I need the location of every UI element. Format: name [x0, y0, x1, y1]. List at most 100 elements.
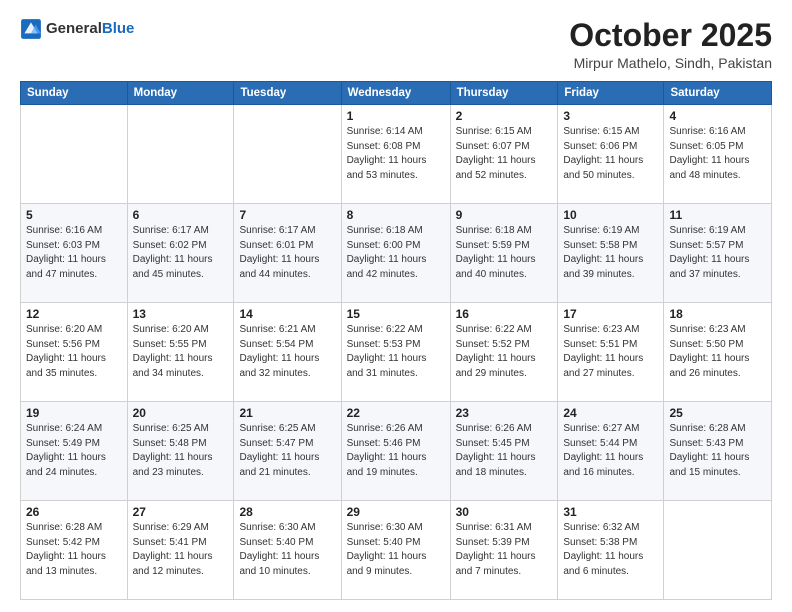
calendar-week-3: 12 Sunrise: 6:20 AM Sunset: 5:56 PM Dayli…: [21, 303, 772, 402]
day-info: Sunrise: 6:25 AM Sunset: 5:47 PM Dayligh…: [239, 422, 335, 480]
calendar-cell: [234, 105, 341, 204]
day-number: 2: [456, 109, 553, 123]
calendar-cell: 15 Sunrise: 6:22 AM Sunset: 5:53 PM Dayli…: [341, 303, 450, 402]
calendar-cell: [664, 501, 772, 600]
month-title: October 2025: [569, 18, 772, 53]
day-info: Sunrise: 6:18 AM Sunset: 6:00 PM Dayligh…: [347, 224, 445, 282]
day-info: Sunrise: 6:15 AM Sunset: 6:06 PM Dayligh…: [563, 125, 658, 183]
logo-icon: [20, 18, 42, 40]
day-info: Sunrise: 6:28 AM Sunset: 5:43 PM Dayligh…: [669, 422, 766, 480]
calendar-cell: 3 Sunrise: 6:15 AM Sunset: 6:06 PM Daylig…: [558, 105, 664, 204]
logo-text: General Blue: [46, 21, 134, 38]
day-number: 30: [456, 505, 553, 519]
day-info: Sunrise: 6:20 AM Sunset: 5:55 PM Dayligh…: [133, 323, 229, 381]
calendar-cell: [127, 105, 234, 204]
day-number: 20: [133, 406, 229, 420]
page: General Blue October 2025 Mirpur Mathelo…: [0, 0, 792, 612]
day-info: Sunrise: 6:23 AM Sunset: 5:50 PM Dayligh…: [669, 323, 766, 381]
calendar-cell: 1 Sunrise: 6:14 AM Sunset: 6:08 PM Daylig…: [341, 105, 450, 204]
calendar-week-4: 19 Sunrise: 6:24 AM Sunset: 5:49 PM Dayli…: [21, 402, 772, 501]
calendar-cell: 6 Sunrise: 6:17 AM Sunset: 6:02 PM Daylig…: [127, 204, 234, 303]
day-info: Sunrise: 6:16 AM Sunset: 6:03 PM Dayligh…: [26, 224, 122, 282]
col-sunday: Sunday: [21, 82, 128, 105]
day-number: 28: [239, 505, 335, 519]
calendar-cell: 31 Sunrise: 6:32 AM Sunset: 5:38 PM Dayli…: [558, 501, 664, 600]
calendar-cell: 29 Sunrise: 6:30 AM Sunset: 5:40 PM Dayli…: [341, 501, 450, 600]
day-number: 4: [669, 109, 766, 123]
day-number: 18: [669, 307, 766, 321]
day-info: Sunrise: 6:26 AM Sunset: 5:45 PM Dayligh…: [456, 422, 553, 480]
day-info: Sunrise: 6:20 AM Sunset: 5:56 PM Dayligh…: [26, 323, 122, 381]
day-info: Sunrise: 6:17 AM Sunset: 6:01 PM Dayligh…: [239, 224, 335, 282]
day-number: 23: [456, 406, 553, 420]
calendar-week-5: 26Sunrise: 6:28 AM Sunset: 5:42 PM Dayli…: [21, 501, 772, 600]
location: Mirpur Mathelo, Sindh, Pakistan: [569, 55, 772, 71]
day-number: 14: [239, 307, 335, 321]
day-number: 21: [239, 406, 335, 420]
day-info: Sunrise: 6:19 AM Sunset: 5:58 PM Dayligh…: [563, 224, 658, 282]
day-info: Sunrise: 6:30 AM Sunset: 5:40 PM Dayligh…: [347, 521, 445, 579]
day-number: 1: [347, 109, 445, 123]
calendar-week-1: 1 Sunrise: 6:14 AM Sunset: 6:08 PM Daylig…: [21, 105, 772, 204]
day-info: Sunrise: 6:30 AM Sunset: 5:40 PM Dayligh…: [239, 521, 335, 579]
logo-general: General: [46, 21, 102, 38]
day-number: 19: [26, 406, 122, 420]
day-number: 7: [239, 208, 335, 222]
calendar-cell: 19 Sunrise: 6:24 AM Sunset: 5:49 PM Dayli…: [21, 402, 128, 501]
calendar-header-row: Sunday Monday Tuesday Wednesday Thursday…: [21, 82, 772, 105]
day-info: Sunrise: 6:22 AM Sunset: 5:53 PM Dayligh…: [347, 323, 445, 381]
day-number: 27: [133, 505, 229, 519]
day-info: Sunrise: 6:19 AM Sunset: 5:57 PM Dayligh…: [669, 224, 766, 282]
day-info: Sunrise: 6:22 AM Sunset: 5:52 PM Dayligh…: [456, 323, 553, 381]
col-friday: Friday: [558, 82, 664, 105]
logo-blue: Blue: [102, 21, 135, 38]
day-number: 11: [669, 208, 766, 222]
day-number: 3: [563, 109, 658, 123]
calendar-cell: 16Sunrise: 6:22 AM Sunset: 5:52 PM Dayli…: [450, 303, 558, 402]
calendar-cell: 20 Sunrise: 6:25 AM Sunset: 5:48 PM Dayli…: [127, 402, 234, 501]
day-number: 15: [347, 307, 445, 321]
calendar-cell: 4Sunrise: 6:16 AM Sunset: 6:05 PM Daylig…: [664, 105, 772, 204]
day-info: Sunrise: 6:32 AM Sunset: 5:38 PM Dayligh…: [563, 521, 658, 579]
day-info: Sunrise: 6:24 AM Sunset: 5:49 PM Dayligh…: [26, 422, 122, 480]
col-wednesday: Wednesday: [341, 82, 450, 105]
day-number: 12: [26, 307, 122, 321]
day-number: 26: [26, 505, 122, 519]
day-number: 5: [26, 208, 122, 222]
day-number: 10: [563, 208, 658, 222]
col-saturday: Saturday: [664, 82, 772, 105]
day-number: 22: [347, 406, 445, 420]
header: General Blue October 2025 Mirpur Mathelo…: [20, 18, 772, 71]
calendar-cell: 27 Sunrise: 6:29 AM Sunset: 5:41 PM Dayli…: [127, 501, 234, 600]
logo: General Blue: [20, 18, 134, 40]
day-info: Sunrise: 6:27 AM Sunset: 5:44 PM Dayligh…: [563, 422, 658, 480]
day-number: 9: [456, 208, 553, 222]
day-info: Sunrise: 6:25 AM Sunset: 5:48 PM Dayligh…: [133, 422, 229, 480]
calendar-cell: 8 Sunrise: 6:18 AM Sunset: 6:00 PM Daylig…: [341, 204, 450, 303]
calendar-table: Sunday Monday Tuesday Wednesday Thursday…: [20, 81, 772, 600]
calendar-cell: 12 Sunrise: 6:20 AM Sunset: 5:56 PM Dayli…: [21, 303, 128, 402]
calendar-cell: 5 Sunrise: 6:16 AM Sunset: 6:03 PM Daylig…: [21, 204, 128, 303]
day-number: 8: [347, 208, 445, 222]
col-monday: Monday: [127, 82, 234, 105]
calendar-cell: 7 Sunrise: 6:17 AM Sunset: 6:01 PM Daylig…: [234, 204, 341, 303]
calendar-cell: 21 Sunrise: 6:25 AM Sunset: 5:47 PM Dayli…: [234, 402, 341, 501]
calendar-cell: 10 Sunrise: 6:19 AM Sunset: 5:58 PM Dayli…: [558, 204, 664, 303]
calendar-cell: 14Sunrise: 6:21 AM Sunset: 5:54 PM Dayli…: [234, 303, 341, 402]
col-thursday: Thursday: [450, 82, 558, 105]
day-number: 6: [133, 208, 229, 222]
calendar-cell: 24Sunrise: 6:27 AM Sunset: 5:44 PM Dayli…: [558, 402, 664, 501]
day-number: 31: [563, 505, 658, 519]
calendar-cell: 18 Sunrise: 6:23 AM Sunset: 5:50 PM Dayli…: [664, 303, 772, 402]
day-number: 25: [669, 406, 766, 420]
calendar-week-2: 5 Sunrise: 6:16 AM Sunset: 6:03 PM Daylig…: [21, 204, 772, 303]
day-info: Sunrise: 6:29 AM Sunset: 5:41 PM Dayligh…: [133, 521, 229, 579]
calendar-cell: 2Sunrise: 6:15 AM Sunset: 6:07 PM Daylig…: [450, 105, 558, 204]
calendar-cell: [21, 105, 128, 204]
day-info: Sunrise: 6:18 AM Sunset: 5:59 PM Dayligh…: [456, 224, 553, 282]
day-info: Sunrise: 6:17 AM Sunset: 6:02 PM Dayligh…: [133, 224, 229, 282]
calendar-cell: 9 Sunrise: 6:18 AM Sunset: 5:59 PM Daylig…: [450, 204, 558, 303]
day-number: 29: [347, 505, 445, 519]
day-info: Sunrise: 6:14 AM Sunset: 6:08 PM Dayligh…: [347, 125, 445, 183]
calendar-cell: 13Sunrise: 6:20 AM Sunset: 5:55 PM Dayli…: [127, 303, 234, 402]
